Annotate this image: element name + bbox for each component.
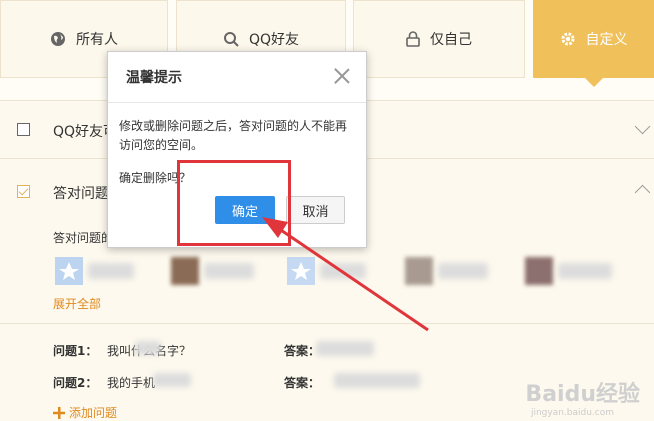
watermark-subtext: jingyan.baidu.com — [530, 408, 614, 418]
annotation-arrow — [262, 217, 429, 332]
watermark-text: Baidu经验 — [525, 382, 640, 407]
